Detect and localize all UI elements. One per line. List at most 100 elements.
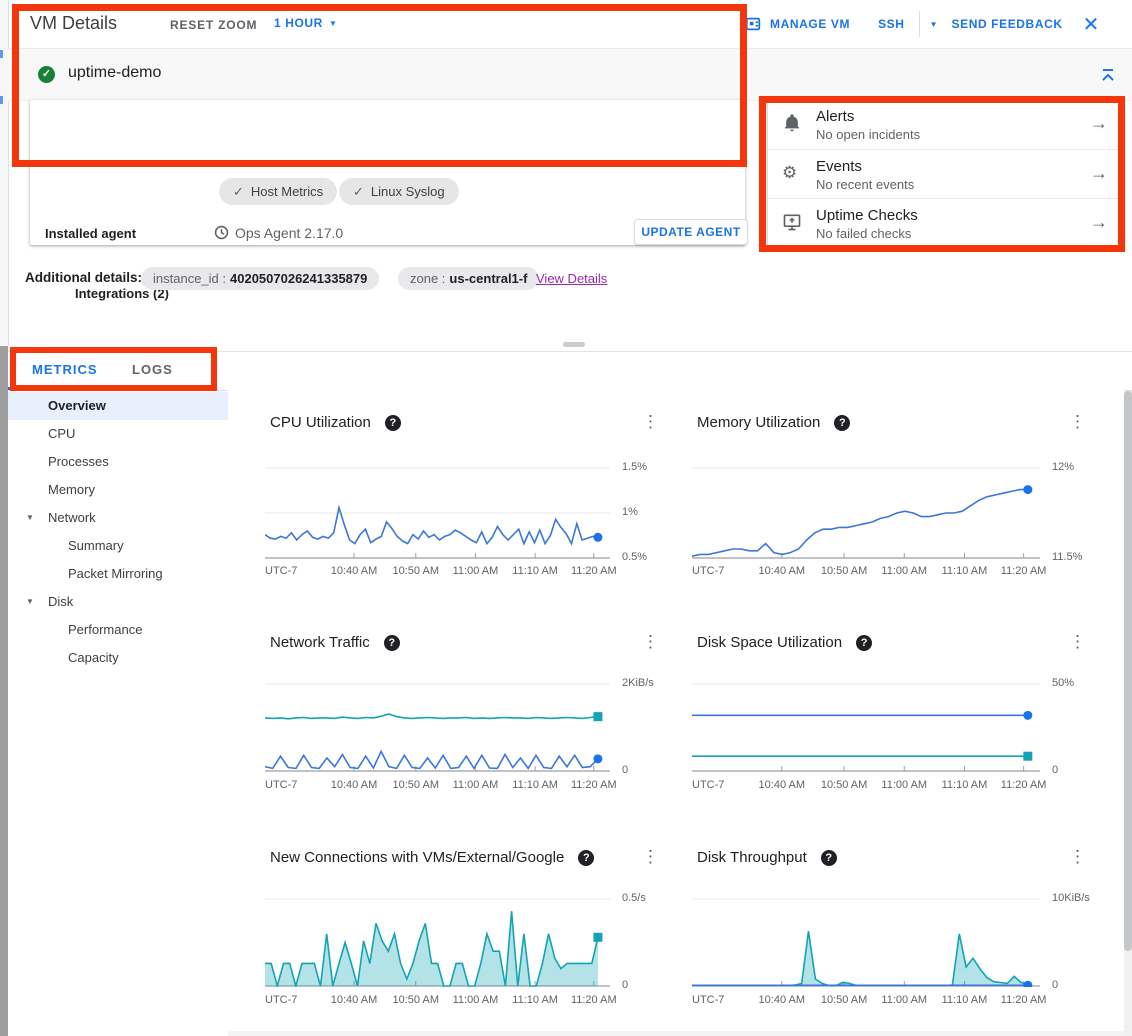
x-axis-label: 11:00 AM <box>453 994 499 1006</box>
chip-label: Host Metrics <box>251 184 323 199</box>
sidebar-item-processes[interactable]: Processes <box>8 448 228 476</box>
x-axis-label: 11:20 AM <box>1001 779 1047 791</box>
kebab-menu-icon[interactable]: ⋮ <box>642 412 659 432</box>
chart-title: Disk Throughput <box>697 849 807 866</box>
time-range-dropdown[interactable]: 1 HOUR ▼ <box>274 16 337 30</box>
sidebar-item-label: Network <box>48 510 96 525</box>
chart-plot-area: 2KiB/s0 <box>265 683 610 772</box>
chart-card-network-traffic: Network Traffic? ⋮ 2KiB/s0 UTC-710:40 AM… <box>228 602 680 817</box>
chip-key: instance_id : <box>153 271 226 286</box>
help-icon[interactable]: ? <box>384 635 400 651</box>
sidebar-item-label: Overview <box>48 398 106 413</box>
kebab-menu-icon[interactable]: ⋮ <box>642 847 659 867</box>
x-axis-label: 11:00 AM <box>881 565 927 577</box>
help-icon[interactable]: ? <box>821 850 837 866</box>
chart-plot <box>692 683 1040 772</box>
sidebar-item-cpu[interactable]: CPU <box>8 420 228 448</box>
kebab-menu-icon[interactable]: ⋮ <box>1069 632 1086 652</box>
sidebar-item-summary[interactable]: Summary <box>8 532 228 560</box>
metrics-sidebar: OverviewCPUProcessesMemory▼NetworkSummar… <box>8 392 228 672</box>
x-axis-label: 10:50 AM <box>393 994 439 1006</box>
x-axis-label: 11:00 AM <box>881 994 927 1006</box>
x-axis-label: 11:20 AM <box>1001 994 1047 1006</box>
ssh-dropdown-icon[interactable]: ▼ <box>930 20 938 29</box>
chart-plot-area: 1.5%1%0.5% <box>265 467 610 559</box>
y-axis-tick: 11.5% <box>1052 551 1082 563</box>
arrow-right-icon[interactable]: → <box>1090 212 1108 233</box>
x-axis-label: 10:40 AM <box>331 565 377 577</box>
chevron-down-icon[interactable]: ▼ <box>26 588 34 616</box>
sidebar-item-packet-mirroring[interactable]: Packet Mirroring <box>8 560 228 588</box>
alerts-row[interactable]: Alerts No open incidents → <box>768 100 1124 149</box>
reset-zoom-button[interactable]: RESET ZOOM <box>170 18 257 32</box>
x-axis-label: 10:50 AM <box>393 565 439 577</box>
chart-plot <box>692 467 1040 559</box>
help-icon[interactable]: ? <box>856 635 872 651</box>
kebab-menu-icon[interactable]: ⋮ <box>1069 412 1086 432</box>
bell-icon <box>782 113 802 133</box>
vm-chip-icon <box>744 15 762 33</box>
tab-metrics[interactable]: METRICS <box>32 362 98 377</box>
help-icon[interactable]: ? <box>578 850 594 866</box>
sidebar-item-memory[interactable]: Memory <box>8 476 228 504</box>
resize-handle[interactable] <box>563 342 585 347</box>
uptime-checks-subtitle: No failed checks <box>816 226 911 241</box>
alerts-title: Alerts <box>816 108 854 125</box>
arrow-right-icon[interactable]: → <box>1090 113 1108 134</box>
manage-vm-button[interactable]: MANAGE VM <box>744 15 850 33</box>
y-axis-tick: 0.5% <box>622 551 647 563</box>
x-axis-label: UTC-7 <box>692 779 724 791</box>
agent-version: Ops Agent 2.17.0 <box>235 225 343 241</box>
divider <box>8 351 1132 352</box>
x-axis: UTC-710:40 AM10:50 AM11:00 AM11:10 AM11:… <box>265 565 610 579</box>
gear-search-icon: ⚙ <box>782 163 802 183</box>
chart-title: Disk Space Utilization <box>697 634 842 651</box>
scrollbar-thumb[interactable] <box>1124 391 1132 951</box>
kebab-menu-icon[interactable]: ⋮ <box>1069 847 1086 867</box>
uptime-checks-row[interactable]: Uptime Checks No failed checks → <box>768 198 1124 248</box>
sidebar-item-overview[interactable]: Overview <box>8 392 228 420</box>
y-axis-tick: 0 <box>1052 979 1058 991</box>
sidebar-item-network[interactable]: ▼ Network <box>8 504 228 532</box>
x-axis-label: 10:40 AM <box>331 779 377 791</box>
divider <box>228 1031 1132 1036</box>
events-row[interactable]: ⚙ Events No recent events → <box>768 149 1124 199</box>
sidebar-item-disk[interactable]: ▼ Disk <box>8 588 228 616</box>
view-details-link[interactable]: View Details <box>536 271 607 286</box>
chart-card-disk-space-utilization: Disk Space Utilization? ⋮ 50%0 UTC-710:4… <box>680 602 1124 817</box>
help-icon[interactable]: ? <box>834 415 850 431</box>
sidebar-item-performance[interactable]: Performance <box>8 616 228 644</box>
sidebar-item-label: Disk <box>48 594 73 609</box>
instance-name: uptime-demo <box>68 64 161 82</box>
x-axis-label: UTC-7 <box>265 779 297 791</box>
chart-title: New Connections with VMs/External/Google <box>270 849 564 866</box>
help-icon[interactable]: ? <box>385 415 401 431</box>
close-icon[interactable]: ✕ <box>1083 12 1100 37</box>
x-axis-label: 11:20 AM <box>571 565 617 577</box>
y-axis-tick: 12% <box>1052 461 1074 473</box>
kebab-menu-icon[interactable]: ⋮ <box>642 632 659 652</box>
events-title: Events <box>816 158 862 175</box>
x-axis-label: UTC-7 <box>265 994 297 1006</box>
chevron-down-icon[interactable]: ▼ <box>26 504 34 532</box>
sidebar-item-label: Capacity <box>68 650 119 665</box>
agent-card: Installed agent Ops Agent 2.17.0 UPDATE … <box>30 100 745 245</box>
y-axis-tick: 50% <box>1052 677 1074 689</box>
x-axis-label: 11:00 AM <box>453 565 499 577</box>
x-axis-label: UTC-7 <box>692 565 724 577</box>
send-feedback-button[interactable]: SEND FEEDBACK <box>951 17 1062 31</box>
sidebar-item-capacity[interactable]: Capacity <box>8 644 228 672</box>
update-agent-button[interactable]: UPDATE AGENT <box>634 219 748 245</box>
sidebar-item-label: CPU <box>48 426 75 441</box>
arrow-right-icon[interactable]: → <box>1090 163 1108 184</box>
y-axis-tick: 1.5% <box>622 461 647 473</box>
status-card: Alerts No open incidents → ⚙ Events No r… <box>768 100 1124 247</box>
chip-label: Linux Syslog <box>371 184 445 199</box>
x-axis-label: 11:10 AM <box>512 565 558 577</box>
x-axis-label: 11:00 AM <box>453 779 499 791</box>
sidebar-item-label: Summary <box>68 538 124 553</box>
collapse-all-icon[interactable] <box>1098 66 1118 86</box>
tab-logs[interactable]: LOGS <box>132 362 173 377</box>
x-axis-label: 11:10 AM <box>512 779 558 791</box>
ssh-button[interactable]: SSH <box>878 17 904 31</box>
